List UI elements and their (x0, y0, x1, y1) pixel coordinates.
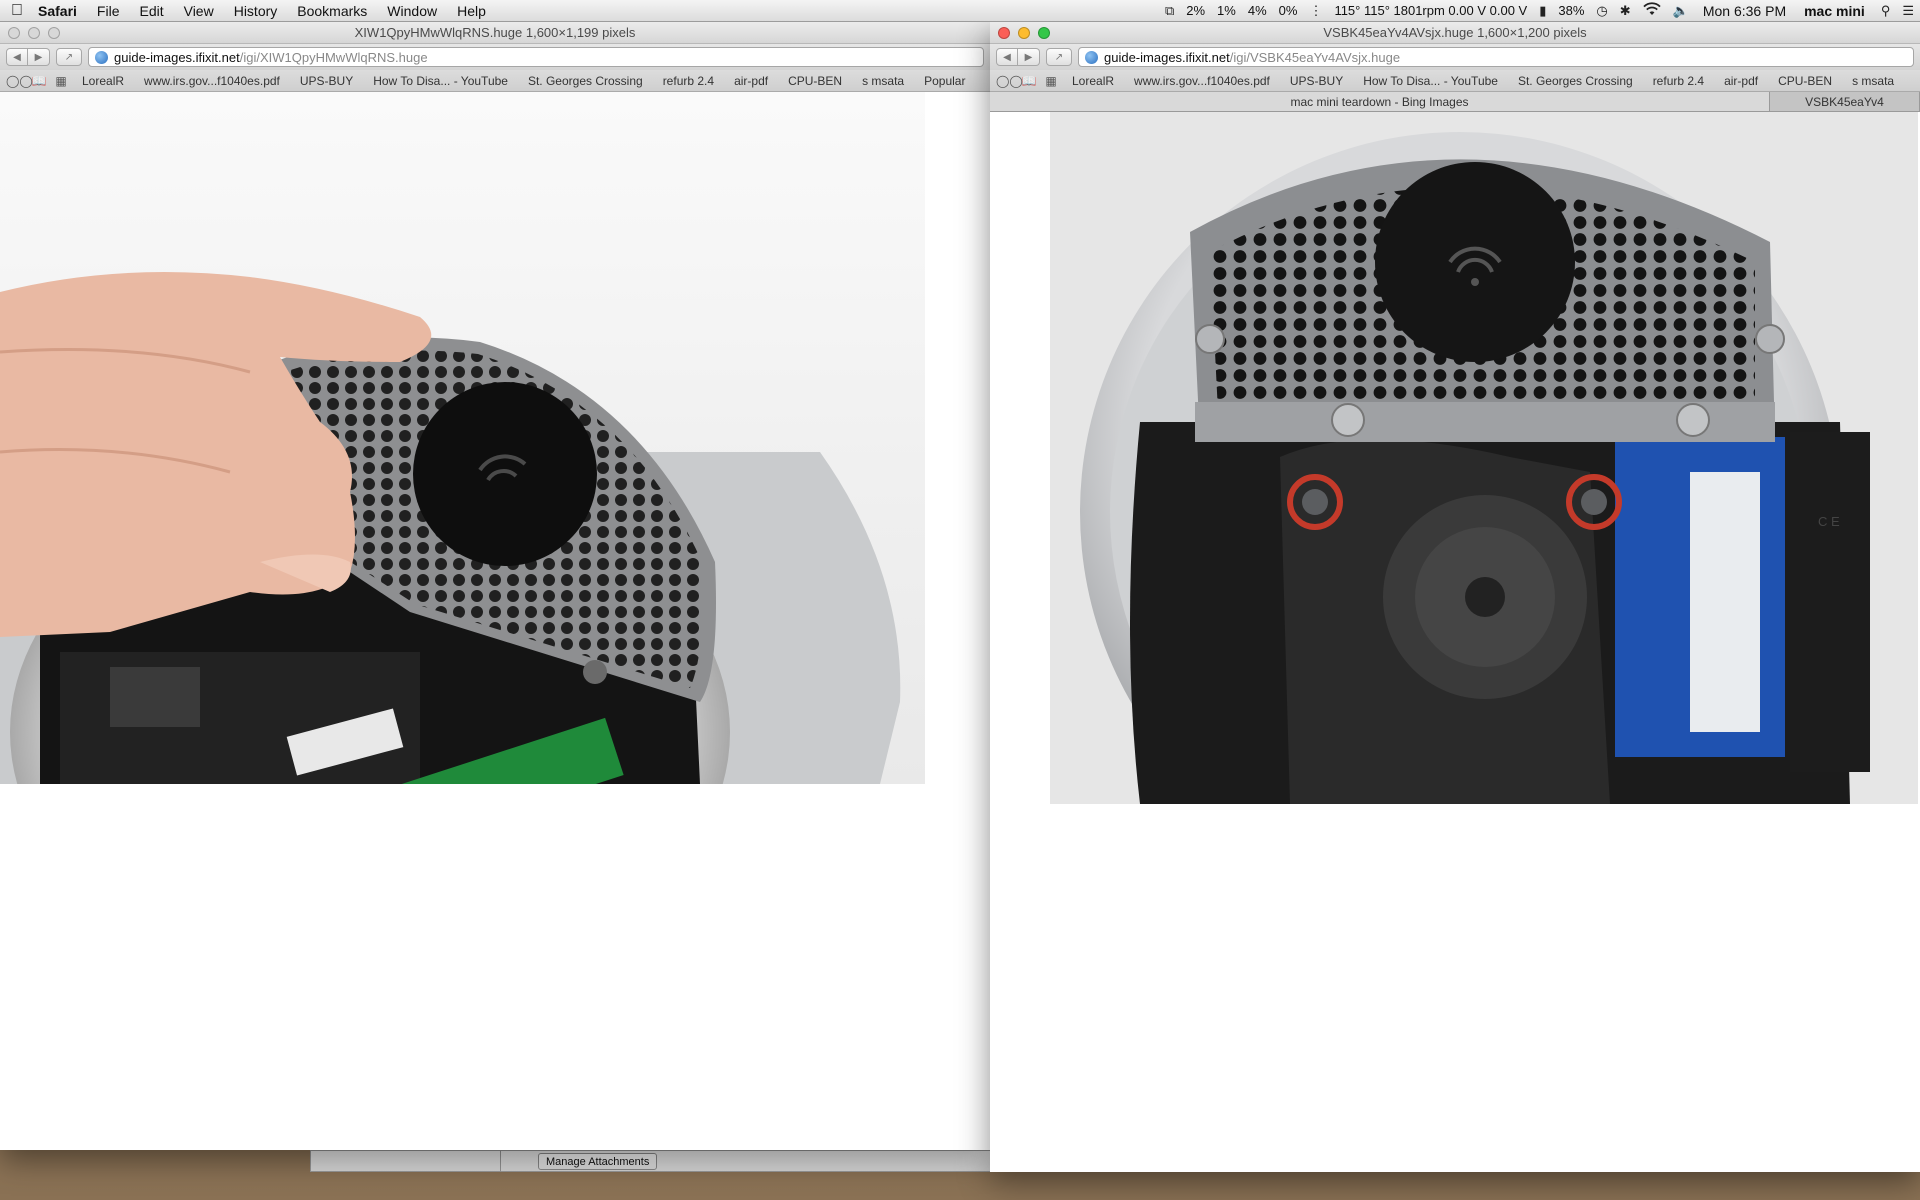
bookmarks-bar-right: ◯◯ 📖 ▦ LorealR www.irs.gov...f1040es.pdf… (990, 70, 1920, 92)
volume-icon[interactable]: 🔈 (1667, 3, 1695, 19)
titlebar-right[interactable]: VSBK45eaYv4AVsjx.huge 1,600×1,200 pixels (990, 22, 1920, 44)
traffic-lights-left (8, 27, 60, 39)
photo-mac-mini-bottom-open: C E (990, 112, 1918, 804)
bookmark-item[interactable]: refurb 2.4 (653, 74, 724, 88)
toolbar-right: ◀ ▶ ↗ guide-images.ifixit.net/igi/VSBK45… (990, 44, 1920, 70)
bookmark-item[interactable]: s msata (1842, 74, 1904, 88)
bookmark-item[interactable]: How To Disa... - YouTube (363, 74, 518, 88)
close-button[interactable] (998, 27, 1010, 39)
url-path: /igi/XIW1QpyHMwWlqRNS.huge (239, 49, 428, 65)
zoom-button[interactable] (1038, 27, 1050, 39)
svg-text:C E: C E (1818, 514, 1840, 529)
bookmark-item[interactable]: St. Georges Crossing (518, 74, 653, 88)
toolbar-left: ◀ ▶ ↗ guide-images.ifixit.net/igi/XIW1Qp… (0, 44, 990, 70)
traffic-lights-right (998, 27, 1050, 39)
bookmark-item[interactable]: CPU-BEN (778, 74, 852, 88)
battery-icon: ▮ (1539, 2, 1547, 18)
cpu-usage-3[interactable]: 4% (1242, 3, 1273, 18)
nav-buttons: ◀ ▶ (996, 48, 1040, 66)
apple-icon[interactable]:  (0, 2, 34, 20)
sensor-icon: ⋮ (1309, 2, 1323, 18)
close-button[interactable] (8, 27, 20, 39)
zoom-button[interactable] (48, 27, 60, 39)
photo-mac-mini-antenna-plate (0, 92, 925, 784)
manage-attachments-button[interactable]: Manage Attachments (538, 1153, 658, 1170)
bookmark-item[interactable]: LorealR (1062, 74, 1124, 88)
bookmark-item[interactable]: UPS-BUY (290, 74, 363, 88)
minimize-button[interactable] (28, 27, 40, 39)
tab-bing-images[interactable]: mac mini teardown - Bing Images (990, 92, 1770, 111)
safari-window-right: VSBK45eaYv4AVsjx.huge 1,600×1,200 pixels… (990, 22, 1920, 1172)
url-host: guide-images.ifixit.net (1104, 49, 1230, 65)
reading-list-icon[interactable]: ◯◯ (996, 74, 1023, 88)
menu-bookmarks[interactable]: Bookmarks (287, 3, 377, 19)
menubar-clock[interactable]: Mon 6:36 PM (1695, 3, 1794, 19)
cpu-usage-4[interactable]: 0% (1273, 3, 1304, 18)
spotlight-search-icon[interactable]: ⚲ (1875, 3, 1897, 19)
background-divider (500, 1150, 501, 1172)
window-title: XIW1QpyHMwWlqRNS.huge 1,600×1,199 pixels (354, 25, 636, 40)
sensor-readout[interactable]: 115° 115° 1801rpm 0.00 V 0.00 V (1328, 3, 1533, 18)
bookmark-item[interactable]: refurb 2.4 (1643, 74, 1714, 88)
page-content-right: C E (990, 112, 1920, 1150)
bookmark-item[interactable]: CPU-BEN (1768, 74, 1842, 88)
address-field[interactable]: guide-images.ifixit.net/igi/XIW1QpyHMwWl… (88, 47, 984, 67)
top-sites-grid-icon[interactable]: ▦ (50, 74, 72, 88)
bookmark-item[interactable]: air-pdf (1714, 74, 1768, 88)
forward-button[interactable]: ▶ (28, 48, 50, 66)
notification-center-icon[interactable]: ☰ (1896, 3, 1920, 19)
menubar-user[interactable]: mac mini (1794, 3, 1875, 19)
page-content-left (0, 92, 990, 1128)
tab-bar: mac mini teardown - Bing Images VSBK45ea… (990, 92, 1920, 112)
bookmark-item[interactable]: s msata (852, 74, 914, 88)
back-button[interactable]: ◀ (996, 48, 1018, 66)
menu-file[interactable]: File (87, 3, 130, 19)
bookmark-item[interactable]: St. Georges Crossing (1508, 74, 1643, 88)
top-sites-grid-icon[interactable]: ▦ (1040, 74, 1062, 88)
menu-app-safari[interactable]: Safari (34, 3, 87, 19)
minimize-button[interactable] (1018, 27, 1030, 39)
battery-percent[interactable]: 38% (1552, 3, 1590, 18)
globe-icon (95, 50, 108, 64)
time-machine-icon[interactable]: ◷ (1590, 3, 1613, 19)
url-host: guide-images.ifixit.net (114, 49, 240, 65)
bookmark-item[interactable]: UPS-BUY (1280, 74, 1353, 88)
menu-help[interactable]: Help (447, 3, 496, 19)
bookmark-item[interactable]: www.irs.gov...f1040es.pdf (134, 74, 290, 88)
bookmark-item[interactable]: Popular (914, 74, 975, 88)
bookmark-item[interactable]: www.irs.gov...f1040es.pdf (1124, 74, 1280, 88)
menu-view[interactable]: View (174, 3, 224, 19)
safari-window-left: XIW1QpyHMwWlqRNS.huge 1,600×1,199 pixels… (0, 22, 990, 1150)
menubar:  Safari File Edit View History Bookmark… (0, 0, 1920, 22)
forward-button[interactable]: ▶ (1018, 48, 1040, 66)
bookmark-item[interactable]: LorealR (72, 74, 134, 88)
url-path: /igi/VSBK45eaYv4AVsjx.huge (1229, 49, 1401, 65)
bookmarks-book-icon[interactable]: 📖 (1018, 74, 1040, 88)
reading-list-icon[interactable]: ◯◯ (6, 74, 33, 88)
bookmark-item[interactable]: How To Disa... - YouTube (1353, 74, 1508, 88)
globe-icon (1085, 50, 1098, 64)
bookmarks-book-icon[interactable]: 📖 (28, 74, 50, 88)
share-button[interactable]: ↗ (1046, 48, 1072, 66)
cpu-usage-1[interactable]: 2% (1180, 3, 1211, 18)
bookmarks-bar-left: ◯◯ 📖 ▦ LorealR www.irs.gov...f1040es.pdf… (0, 70, 990, 92)
cpu-usage-2[interactable]: 1% (1211, 3, 1242, 18)
bluetooth-icon[interactable]: ✱ (1614, 3, 1637, 19)
address-field[interactable]: guide-images.ifixit.net/igi/VSBK45eaYv4A… (1078, 47, 1914, 67)
titlebar-left[interactable]: XIW1QpyHMwWlqRNS.huge 1,600×1,199 pixels (0, 22, 990, 44)
nav-buttons: ◀ ▶ (6, 48, 50, 66)
status-area: ⧉ 2% 1% 4% 0% ⋮ 115° 115° 1801rpm 0.00 V… (1159, 0, 1920, 22)
wifi-icon[interactable] (1637, 2, 1667, 19)
menu-window[interactable]: Window (377, 3, 447, 19)
menu-edit[interactable]: Edit (129, 3, 173, 19)
window-title: VSBK45eaYv4AVsjx.huge 1,600×1,200 pixels (1323, 25, 1587, 40)
menu-history[interactable]: History (224, 3, 288, 19)
tab-image-file[interactable]: VSBK45eaYv4 (1770, 92, 1920, 111)
window-switch-icon[interactable]: ⧉ (1159, 3, 1180, 19)
back-button[interactable]: ◀ (6, 48, 28, 66)
bookmark-item[interactable]: air-pdf (724, 74, 778, 88)
share-button[interactable]: ↗ (56, 48, 82, 66)
